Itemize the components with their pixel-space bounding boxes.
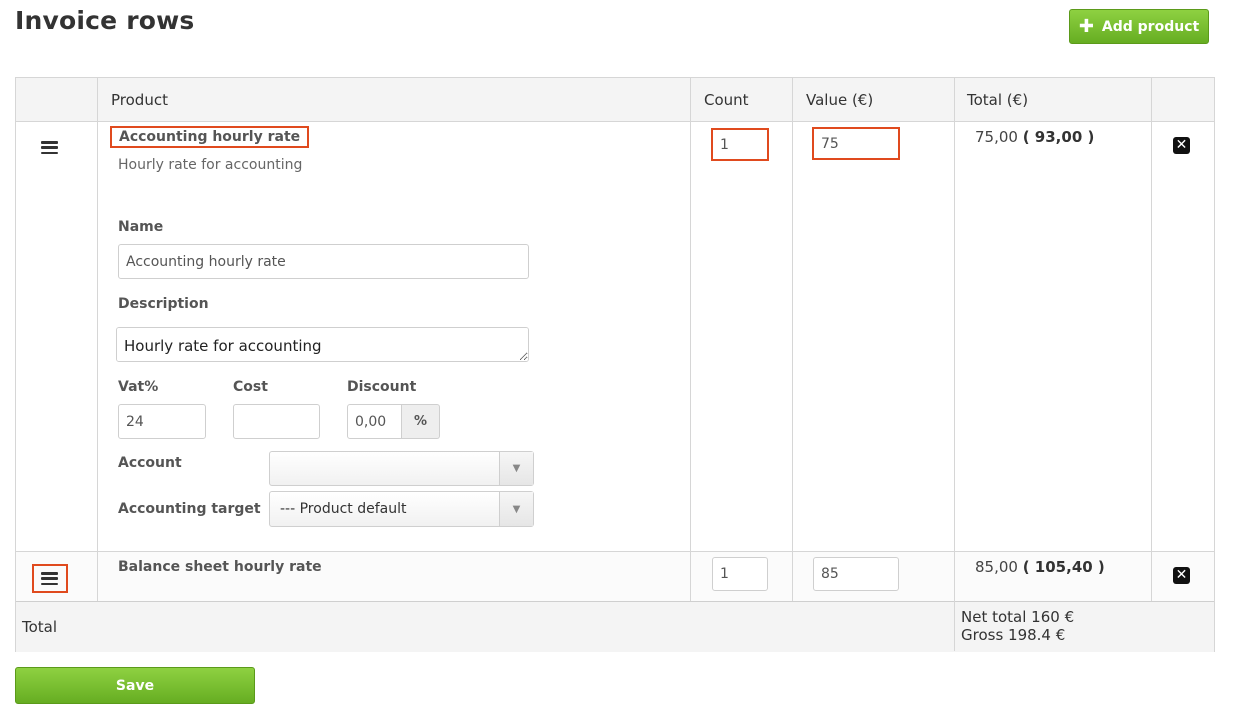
- account-label: Account: [118, 455, 182, 471]
- dropdown-arrow-icon: ▼: [499, 492, 533, 526]
- total-label: Total: [22, 618, 58, 636]
- save-button[interactable]: Save: [15, 667, 255, 704]
- header-count: Count: [704, 91, 749, 109]
- dropdown-arrow-icon: ▼: [499, 452, 533, 485]
- row-total: 75,00 ( 93,00 ): [975, 128, 1094, 146]
- plus-icon: ✚: [1078, 15, 1094, 37]
- description-textarea[interactable]: Hourly rate for accounting: [116, 327, 529, 362]
- description-label: Description: [118, 296, 209, 312]
- accounting-target-value: --- Product default: [280, 501, 407, 517]
- discount-input[interactable]: [347, 404, 402, 439]
- accounting-target-label: Accounting target: [118, 501, 261, 517]
- value-input[interactable]: [812, 127, 900, 160]
- delete-row-icon[interactable]: ✕: [1173, 567, 1190, 584]
- vat-label: Vat%: [118, 379, 159, 395]
- delete-row-icon[interactable]: ✕: [1173, 137, 1190, 154]
- row-description: Hourly rate for accounting: [118, 157, 303, 173]
- drag-handle-icon[interactable]: [41, 141, 58, 154]
- count-input[interactable]: [711, 128, 769, 161]
- header-total: Total (€): [967, 91, 1029, 109]
- cost-label: Cost: [233, 379, 268, 395]
- cost-input[interactable]: [233, 404, 320, 439]
- vat-input[interactable]: [118, 404, 206, 439]
- discount-percent-addon: %: [402, 404, 440, 439]
- table-header: [16, 78, 1214, 122]
- net-total: Net total 160 €: [961, 608, 1075, 626]
- discount-label: Discount: [347, 379, 417, 395]
- header-product: Product: [111, 91, 168, 109]
- row-title[interactable]: Balance sheet hourly rate: [118, 559, 322, 575]
- value-input[interactable]: [813, 557, 899, 591]
- drag-handle-icon[interactable]: [41, 572, 58, 585]
- count-input[interactable]: [712, 557, 768, 591]
- account-select[interactable]: ▼: [269, 451, 534, 486]
- row-title-box[interactable]: Accounting hourly rate: [110, 126, 310, 148]
- name-label: Name: [118, 219, 164, 235]
- row-total-gross: ( 105,40 ): [1022, 558, 1105, 576]
- row-total-net: 85,00: [975, 558, 1018, 576]
- row-title: Accounting hourly rate: [119, 129, 301, 145]
- add-product-button[interactable]: ✚ Add product: [1069, 9, 1209, 44]
- name-input[interactable]: [118, 244, 529, 279]
- row-total: 85,00 ( 105,40 ): [975, 558, 1105, 576]
- row-total-gross: ( 93,00 ): [1022, 128, 1095, 146]
- add-product-label: Add product: [1101, 18, 1200, 35]
- header-value: Value (€): [806, 91, 874, 109]
- gross-total: Gross 198.4 €: [961, 626, 1066, 644]
- row-total-net: 75,00: [975, 128, 1018, 146]
- accounting-target-select[interactable]: --- Product default ▼: [269, 491, 534, 527]
- page-title: Invoice rows: [15, 6, 195, 35]
